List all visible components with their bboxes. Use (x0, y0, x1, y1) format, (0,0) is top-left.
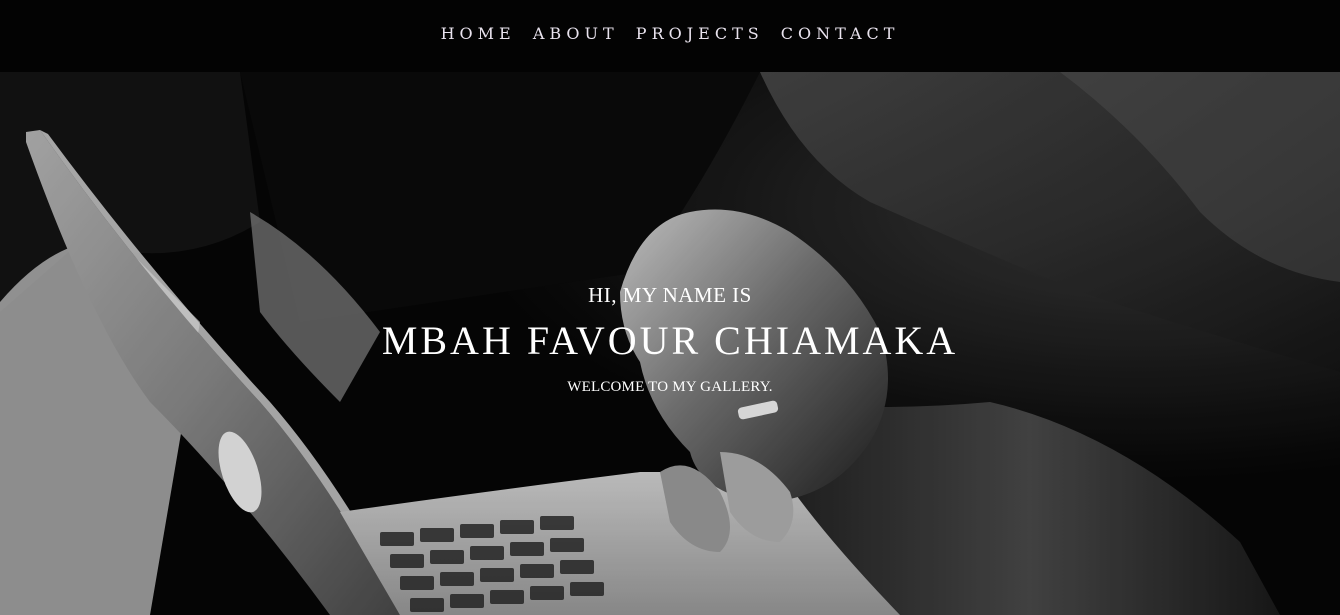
nav-link-about[interactable]: ABOUT (533, 24, 619, 43)
hero-greeting: HI, MY NAME IS (588, 283, 752, 307)
hero-text: HI, MY NAME IS MBAH FAVOUR CHIAMAKA WELC… (0, 282, 1340, 396)
nav-link-home[interactable]: HOME (441, 24, 516, 43)
hero-section: HI, MY NAME IS MBAH FAVOUR CHIAMAKA WELC… (0, 72, 1340, 615)
hero-name: MBAH FAVOUR CHIAMAKA (381, 318, 959, 363)
navbar: HOME ABOUT PROJECTS CONTACT (0, 0, 1340, 72)
nav-links: HOME ABOUT PROJECTS CONTACT (0, 24, 1340, 43)
nav-link-contact[interactable]: CONTACT (781, 24, 900, 43)
page: HOME ABOUT PROJECTS CONTACT HI, MY NAME … (0, 0, 1340, 615)
nav-link-projects[interactable]: PROJECTS (636, 24, 764, 43)
hero-tagline: WELCOME TO MY GALLERY. (567, 379, 773, 395)
